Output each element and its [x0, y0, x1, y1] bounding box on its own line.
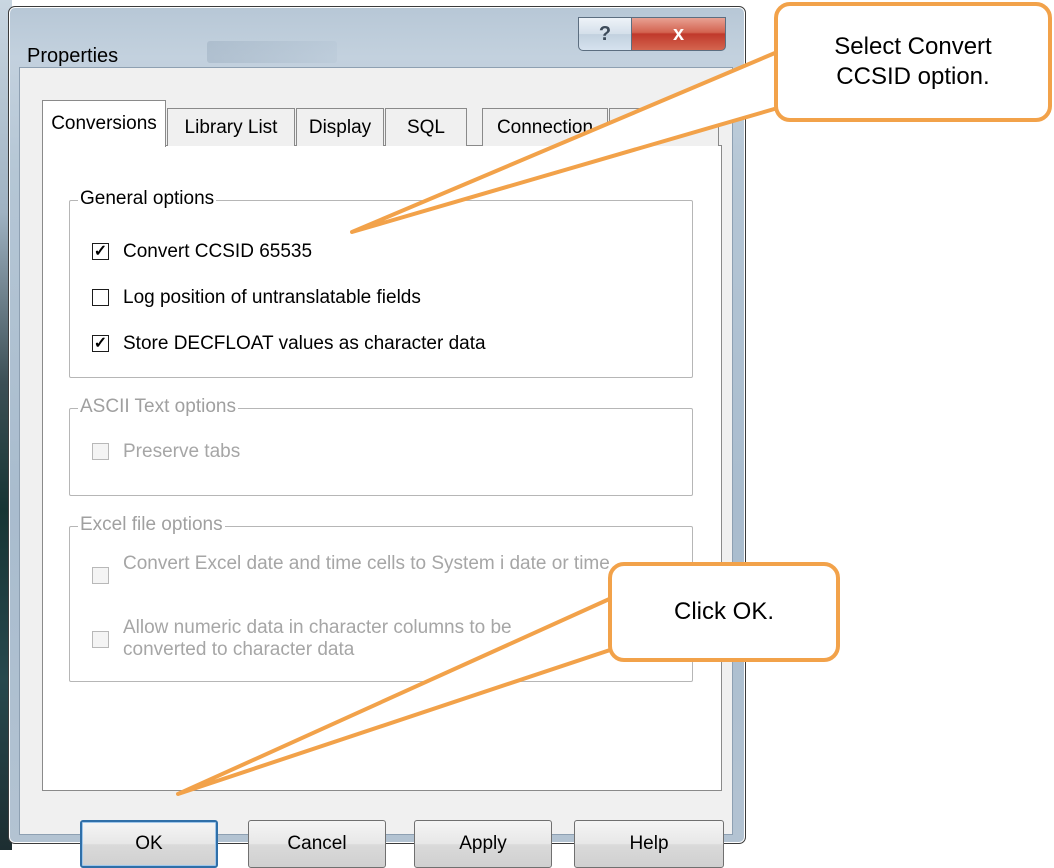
callout-select-convert: Select Convert CCSID option. [774, 2, 1052, 122]
callout-text: Click OK. [673, 598, 774, 625]
callout-arrow-convert [350, 48, 814, 234]
callout-click-ok: Click OK. [608, 562, 840, 662]
callout-text: Select Convert CCSID option. [834, 33, 992, 90]
callout-arrow-ok [176, 594, 642, 796]
tab-conversions[interactable]: Conversions [42, 100, 166, 147]
tab-label: Conversions [51, 113, 157, 134]
